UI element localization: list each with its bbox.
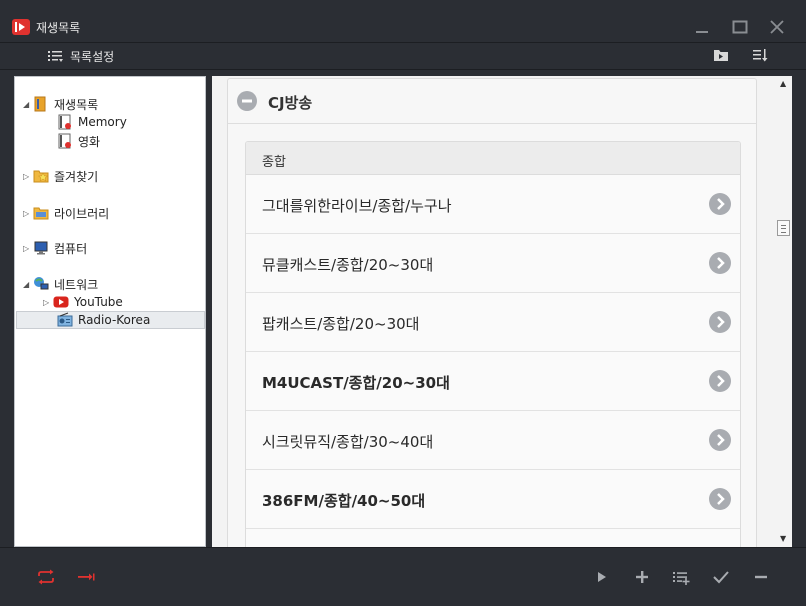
sort-list-icon[interactable] — [752, 47, 768, 63]
section-title: CJ방송 — [268, 94, 313, 112]
station-label: M4UCAST/종합/20~30대 — [262, 374, 450, 392]
station-label: 뮤클캐스트/종합/20~30대 — [262, 256, 434, 274]
sequential-icon[interactable] — [76, 567, 96, 587]
scrollbar-thumb[interactable] — [777, 220, 790, 236]
expanded-arrow-icon[interactable]: ◢ — [23, 280, 33, 289]
scroll-down-icon[interactable]: ▼ — [780, 534, 786, 543]
tree-item-label: 즐겨찾기 — [54, 169, 99, 184]
tree-item-computer[interactable]: ▷ 컴퓨터 — [23, 239, 87, 257]
expanded-arrow-icon[interactable]: ◢ — [23, 100, 33, 109]
collapsed-arrow-icon[interactable]: ▷ — [23, 209, 33, 218]
favorites-folder-icon — [33, 170, 49, 183]
tree-item-label: 네트워크 — [54, 277, 99, 292]
youtube-icon — [53, 296, 69, 308]
tree-item-label: Memory — [78, 115, 127, 129]
chevron-right-icon[interactable] — [709, 370, 731, 392]
window-title: 재생목록 — [36, 21, 81, 35]
chevron-right-icon[interactable] — [709, 193, 731, 215]
section-header[interactable]: CJ방송 — [228, 79, 756, 124]
tree-item-movie[interactable]: 영화 — [57, 132, 100, 150]
list-settings-label: 목록설정 — [70, 49, 115, 64]
tree-item-network[interactable]: ◢ 네트워크 — [23, 275, 98, 293]
group-title: 종합 — [262, 155, 286, 170]
add-icon[interactable] — [632, 567, 652, 587]
tree-item-youtube[interactable]: ▷ YouTube — [43, 293, 123, 311]
tree-item-playlist[interactable]: ◢ 재생목록 — [23, 95, 98, 113]
toolbar: 목록설정 — [0, 43, 806, 70]
vertical-scrollbar[interactable]: ▲ ▼ — [776, 76, 792, 547]
group-header: 종합 — [246, 142, 740, 175]
list-settings-button[interactable]: 목록설정 — [48, 47, 114, 65]
close-icon[interactable] — [768, 18, 786, 36]
station-item[interactable]: 팝캐스트/종합/20~30대 — [246, 293, 740, 352]
playlist-file-icon — [58, 133, 71, 149]
bottom-bar — [0, 547, 806, 606]
chevron-right-icon[interactable] — [709, 488, 731, 510]
station-item[interactable] — [246, 529, 740, 547]
network-icon — [34, 277, 49, 290]
app-logo-icon — [12, 19, 30, 35]
station-label: 팝캐스트/종합/20~30대 — [262, 315, 420, 333]
collapsed-arrow-icon[interactable]: ▷ — [43, 298, 53, 307]
station-item[interactable]: 그대를위한라이브/종합/누구나 — [246, 175, 740, 234]
tree-item-favorites[interactable]: ▷ 즐겨찾기 — [23, 167, 98, 185]
scroll-up-icon[interactable]: ▲ — [780, 79, 786, 88]
chevron-right-icon[interactable] — [709, 252, 731, 274]
tree-item-label: 라이브러리 — [54, 206, 110, 221]
playlist-folder-icon — [34, 96, 46, 112]
minimize-icon[interactable] — [693, 18, 711, 36]
tree-item-memory[interactable]: Memory — [57, 113, 127, 131]
collapsed-arrow-icon[interactable]: ▷ — [23, 172, 33, 181]
station-item[interactable]: 386FM/종합/40~50대 — [246, 470, 740, 529]
tree-item-label: Radio-Korea — [78, 313, 151, 327]
maximize-icon[interactable] — [731, 18, 749, 36]
repeat-icon[interactable] — [36, 567, 56, 587]
title-bar: 재생목록 — [0, 0, 806, 43]
chevron-right-icon[interactable] — [709, 311, 731, 333]
collapse-icon[interactable] — [237, 91, 257, 111]
check-icon[interactable] — [711, 567, 731, 587]
playlist-file-icon — [58, 114, 71, 130]
tree-item-label: YouTube — [74, 295, 123, 309]
station-item[interactable]: 뮤클캐스트/종합/20~30대 — [246, 234, 740, 293]
library-folder-icon — [33, 207, 49, 220]
open-folder-icon[interactable] — [713, 48, 729, 62]
chevron-right-icon[interactable] — [709, 429, 731, 451]
tree-item-radio-korea[interactable]: Radio-Korea — [16, 311, 205, 329]
station-label: 그대를위한라이브/종합/누구나 — [262, 197, 452, 215]
broadcaster-section: CJ방송 종합 그대를위한라이브/종합/누구나 뮤클캐스트/종합/20~30대 — [227, 78, 757, 547]
computer-icon — [34, 241, 48, 255]
station-list-area: CJ방송 종합 그대를위한라이브/종합/누구나 뮤클캐스트/종합/20~30대 — [212, 76, 776, 547]
station-label: 386FM/종합/40~50대 — [262, 492, 426, 510]
station-group: 종합 그대를위한라이브/종합/누구나 뮤클캐스트/종합/20~30대 팝캐스트/… — [245, 141, 741, 547]
remove-icon[interactable] — [751, 567, 771, 587]
station-item[interactable]: M4UCAST/종합/20~30대 — [246, 352, 740, 411]
tree-item-library[interactable]: ▷ 라이브러리 — [23, 204, 109, 222]
tree-panel: ◢ 재생목록 Memory 영화 ▷ 즐겨찾기 ▷ 라이브러리 ▷ 컴퓨터 ◢ … — [14, 76, 206, 547]
collapsed-arrow-icon[interactable]: ▷ — [23, 244, 33, 253]
list-settings-icon — [48, 51, 63, 62]
play-icon[interactable] — [592, 567, 612, 587]
radio-icon — [57, 312, 73, 327]
add-to-list-icon[interactable] — [671, 567, 691, 587]
station-item[interactable]: 시크릿뮤직/종합/30~40대 — [246, 411, 740, 470]
tree-item-label: 컴퓨터 — [54, 241, 88, 256]
tree-item-label: 영화 — [78, 134, 101, 149]
station-label: 시크릿뮤직/종합/30~40대 — [262, 433, 434, 451]
tree-item-label: 재생목록 — [54, 97, 99, 112]
